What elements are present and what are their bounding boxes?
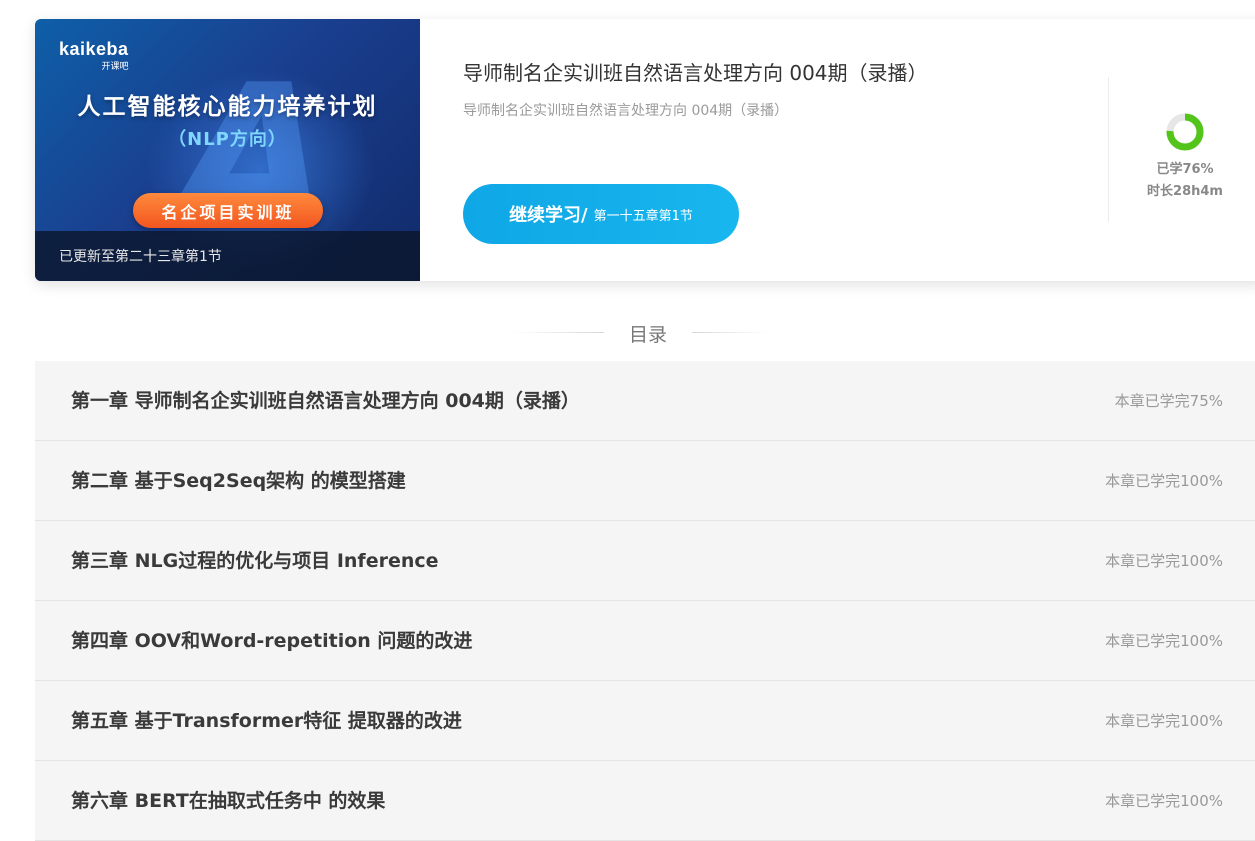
course-title[interactable]: 导师制名企实训班自然语言处理方向 004期（录播） — [463, 57, 928, 86]
banner-title: 人工智能核心能力培养计划 — [77, 94, 378, 120]
chapter-progress: 本章已学完100% — [1105, 712, 1223, 730]
continue-learning-label: 继续学习/ — [509, 205, 588, 226]
course-banner[interactable]: A kaikeba 开课吧 人工智能核心能力培养计划 （NLP方向） 名企项目实… — [35, 19, 420, 281]
chapter-title: 第三章 NLG过程的优化与项目 Inference — [71, 550, 439, 572]
logo-subtext: 开课吧 — [101, 62, 129, 72]
update-status: 已更新至第二十三章第1节 — [35, 231, 420, 281]
chapter-progress: 本章已学完100% — [1105, 552, 1223, 570]
course-info: 导师制名企实训班自然语言处理方向 004期（录播） 导师制名企实训班自然语言处理… — [463, 57, 928, 120]
continue-learning-button[interactable]: 继续学习/ 第一十五章第1节 — [463, 184, 739, 244]
chapter-row[interactable]: 第三章 NLG过程的优化与项目 Inference 本章已学完100% — [35, 521, 1255, 601]
course-card: A kaikeba 开课吧 人工智能核心能力培养计划 （NLP方向） 名企项目实… — [35, 19, 1255, 281]
chapter-progress: 本章已学完100% — [1105, 472, 1223, 490]
chapter-row[interactable]: 第五章 基于Transformer特征 提取器的改进 本章已学完100% — [35, 681, 1255, 761]
chapter-row[interactable]: 第二章 基于Seq2Seq架构 的模型搭建 本章已学完100% — [35, 441, 1255, 521]
banner-pill-badge: 名企项目实训班 — [133, 193, 323, 228]
vertical-divider — [1108, 77, 1109, 222]
catalog-header: 目录 — [0, 320, 1255, 346]
chapter-list: 第一章 导师制名企实训班自然语言处理方向 004期（录播） 本章已学完75% 第二章… — [35, 361, 1255, 841]
chapter-title: 第五章 基于Transformer特征 提取器的改进 — [71, 710, 462, 732]
banner-subtitle: （NLP方向） — [168, 129, 287, 150]
chapter-title: 第一章 导师制名企实训班自然语言处理方向 004期（录播） — [71, 390, 580, 412]
chapter-row[interactable]: 第四章 OOV和Word-repetition 问题的改进 本章已学完100% — [35, 601, 1255, 681]
chapter-row[interactable]: 第一章 导师制名企实训班自然语言处理方向 004期（录播） 本章已学完75% — [35, 361, 1255, 441]
chapter-progress: 本章已学完100% — [1105, 792, 1223, 810]
logo-word: kaikeba — [59, 39, 129, 59]
catalog-divider-right — [692, 332, 768, 333]
chapter-progress: 本章已学完75% — [1114, 392, 1223, 410]
kaikeba-logo: kaikeba 开课吧 — [59, 39, 129, 72]
progress-block: 已学76% 时长28h4m — [1130, 111, 1240, 203]
progress-ring-icon — [1166, 113, 1204, 151]
catalog-title: 目录 — [628, 324, 667, 346]
course-description: 导师制名企实训班自然语言处理方向 004期（录播） — [463, 103, 789, 119]
current-section-label: 第一十五章第1节 — [593, 208, 693, 224]
progress-percent-text: 已学76% — [1156, 162, 1214, 177]
chapter-title: 第六章 BERT在抽取式任务中 的效果 — [71, 790, 386, 812]
chapter-title: 第四章 OOV和Word-repetition 问题的改进 — [71, 630, 473, 652]
chapter-title: 第二章 基于Seq2Seq架构 的模型搭建 — [71, 470, 406, 492]
chapter-progress: 本章已学完100% — [1105, 632, 1223, 650]
chapter-row[interactable]: 第六章 BERT在抽取式任务中 的效果 本章已学完100% — [35, 761, 1255, 841]
duration-text: 时长28h4m — [1147, 184, 1223, 199]
